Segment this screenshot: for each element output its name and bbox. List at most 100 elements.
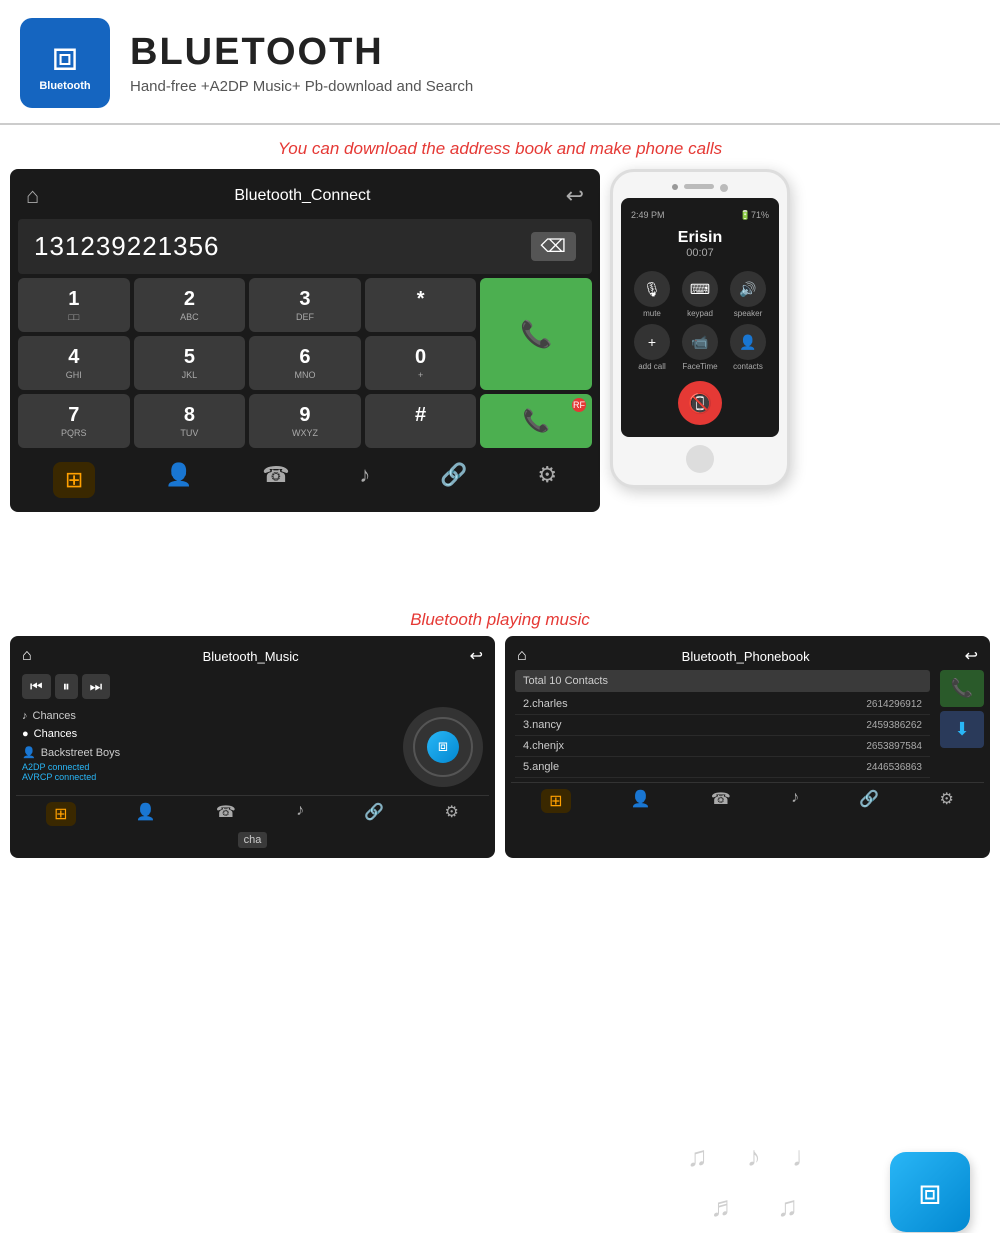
pb-home-icon[interactable]: ⌂ <box>517 647 527 665</box>
contact-3-name: 3.nancy <box>523 719 562 731</box>
dial-key-9[interactable]: 9WXYZ <box>249 394 361 448</box>
caller-name: Erisin <box>631 229 769 247</box>
track-name-2: Chances <box>34 728 77 740</box>
a2dp-status: A2DP connected <box>22 762 395 772</box>
bluetooth-logo: ⧈ Bluetooth <box>20 18 110 108</box>
music-nav-contacts[interactable]: 👤 <box>136 802 156 826</box>
music-nav-phone[interactable]: ☎ <box>216 802 236 826</box>
speaker-action: 🔊 speaker <box>727 271 769 318</box>
pb-nav-phone[interactable]: ☎ <box>711 789 731 813</box>
prev-btn[interactable]: ⏮ <box>22 674 51 699</box>
music-back-icon[interactable]: ↩ <box>470 646 483 666</box>
decoration-area: ♫ ♪ ♩ ♬ ♫ ⧈ <box>0 512 1000 602</box>
vinyl-rings <box>413 717 473 777</box>
contacts-label: contacts <box>727 362 769 371</box>
pb-nav-link[interactable]: 🔗 <box>859 789 879 813</box>
dial-key-4[interactable]: 4GHI <box>18 336 130 390</box>
mute-btn[interactable]: 🎙 <box>634 271 670 307</box>
pb-back-icon[interactable]: ↩ <box>965 646 978 666</box>
phone-home-button[interactable] <box>686 445 714 473</box>
nav-settings[interactable]: ⚙ <box>537 462 557 498</box>
add-call-btn[interactable]: + <box>634 324 670 360</box>
pb-nav-settings[interactable]: ⚙ <box>939 789 953 813</box>
music-nav-grid[interactable]: ⊞ <box>46 802 75 826</box>
music-nav-settings[interactable]: ⚙ <box>444 802 458 826</box>
call-contact-btn[interactable]: 📞 <box>940 670 984 707</box>
main-content: ⌂ Bluetooth_Connect ↩ 131239221356 ⌫ 1□□… <box>0 169 1000 512</box>
nav-grid[interactable]: ⊞ <box>53 462 95 498</box>
home-icon[interactable]: ⌂ <box>26 183 39 209</box>
page-title: BLUETOOTH <box>130 31 473 74</box>
nav-music[interactable]: ♪ <box>359 462 370 498</box>
music-nav-note[interactable]: ♪ <box>296 802 304 826</box>
search-input-small[interactable]: cha <box>238 832 268 848</box>
track-item-1: ♪ Chances <box>22 707 395 725</box>
phone-camera <box>672 184 678 190</box>
dial-key-3[interactable]: 3DEF <box>249 278 361 332</box>
phonebook-content: Total 10 Contacts 2.charles 2614296912 3… <box>511 670 934 778</box>
contact-5-number: 2446536863 <box>866 762 922 773</box>
next-btn[interactable]: ⏭ <box>82 674 111 699</box>
dial-key-0[interactable]: 0+ <box>365 336 477 390</box>
dial-key-hash[interactable]: # <box>365 394 477 448</box>
music-nav-link[interactable]: 🔗 <box>364 802 384 826</box>
dial-key-7[interactable]: 7PQRS <box>18 394 130 448</box>
screen-title: Bluetooth_Connect <box>234 187 370 205</box>
dial-key-6[interactable]: 6MNO <box>249 336 361 390</box>
add-call-action: + add call <box>631 324 673 371</box>
dial-key-2[interactable]: 2ABC <box>134 278 246 332</box>
delete-button[interactable]: ⌫ <box>531 232 576 261</box>
end-call-button[interactable]: 📵 <box>678 381 722 425</box>
music-bottom-nav: ⊞ 👤 ☎ ♪ 🔗 ⚙ <box>16 795 489 830</box>
music-info: ♪ Chances ● Chances 👤 Backstreet Boys A2… <box>16 703 489 791</box>
phone-sensor <box>720 184 728 192</box>
contact-2-number: 2614296912 <box>866 699 922 710</box>
contact-4-number: 2653897584 <box>866 741 922 752</box>
side-buttons: 📞 ⬇ <box>940 670 984 778</box>
contact-5-name: 5.angle <box>523 761 559 773</box>
contacts-btn[interactable]: 👤 <box>730 324 766 360</box>
music-screen-title: Bluetooth_Music <box>203 649 299 664</box>
keypad-action: ⌨ keypad <box>679 271 721 318</box>
nav-link[interactable]: 🔗 <box>440 462 467 498</box>
car-screen-large: ⌂ Bluetooth_Connect ↩ 131239221356 ⌫ 1□□… <box>10 169 600 512</box>
speaker-btn[interactable]: 🔊 <box>730 271 766 307</box>
pb-nav-note[interactable]: ♪ <box>791 789 799 813</box>
music-home-icon[interactable]: ⌂ <box>22 647 32 665</box>
description-1: You can download the address book and ma… <box>0 125 1000 169</box>
dot-icon-2: ● <box>22 728 29 740</box>
pb-nav-grid[interactable]: ⊞ <box>541 789 570 813</box>
dialpad: 1□□ 2ABC 3DEF * 📞 4GHI 5JKL 6MNO 0+ <box>18 278 592 448</box>
phonebook-screen-header: ⌂ Bluetooth_Phonebook ↩ <box>511 642 984 670</box>
dial-key-star[interactable]: * <box>365 278 477 332</box>
phonebook-screen: ⌂ Bluetooth_Phonebook ↩ Total 10 Contact… <box>505 636 990 858</box>
call-actions: 🎙 mute ⌨ keypad 🔊 speaker + add call <box>631 271 769 371</box>
download-contacts-btn[interactable]: ⬇ <box>940 711 984 748</box>
facetime-btn[interactable]: 📹 <box>682 324 718 360</box>
phone-top-area <box>621 184 779 192</box>
track-item-3: 👤 Backstreet Boys <box>22 743 395 762</box>
dial-key-5[interactable]: 5JKL <box>134 336 246 390</box>
pb-nav-contacts[interactable]: 👤 <box>631 789 651 813</box>
contact-chenjx: 4.chenjx 2653897584 <box>515 736 930 757</box>
nav-contacts[interactable]: 👤 <box>165 462 192 498</box>
header-section: ⧈ Bluetooth BLUETOOTH Hand-free +A2DP Mu… <box>0 0 1000 125</box>
contact-3-number: 2459386262 <box>866 720 922 731</box>
track-artist: Backstreet Boys <box>41 747 120 759</box>
time-display: 2:49 PM <box>631 210 665 221</box>
play-pause-btn[interactable]: ⏸ <box>55 674 78 699</box>
person-icon-3: 👤 <box>22 746 36 759</box>
nav-phone[interactable]: ☎ <box>262 462 289 498</box>
dial-key-8[interactable]: 8TUV <box>134 394 246 448</box>
keypad-btn[interactable]: ⌨ <box>682 271 718 307</box>
dial-key-1[interactable]: 1□□ <box>18 278 130 332</box>
call-button[interactable]: 📞 <box>480 278 592 390</box>
phone-screen: 2:49 PM 🔋71% Erisin 00:07 🎙 mute ⌨ keypa… <box>621 198 779 437</box>
phone-number: 131239221356 <box>34 231 220 262</box>
back-icon[interactable]: ↩ <box>566 183 584 209</box>
search-bar-area: cha <box>16 830 489 852</box>
call2-button[interactable]: 📞RF <box>480 394 592 448</box>
phone-speaker-grill <box>684 184 714 189</box>
bluetooth-music-icon: ⧈ <box>890 1152 970 1232</box>
description-2: Bluetooth playing music <box>0 602 1000 636</box>
